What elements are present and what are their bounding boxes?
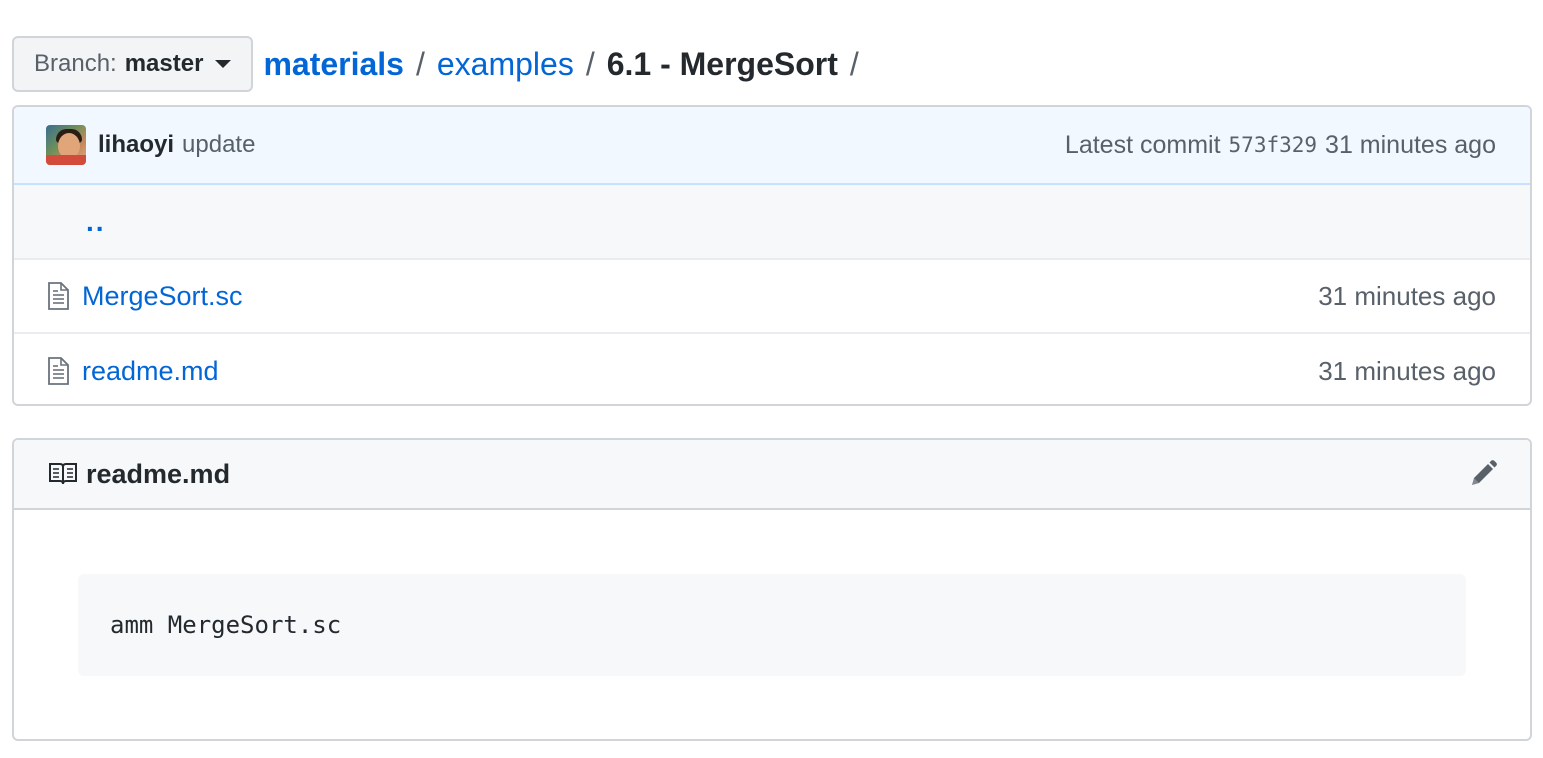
breadcrumb-separator: / (415, 46, 425, 82)
file-icon (48, 282, 69, 310)
file-age: 31 minutes ago (1318, 280, 1496, 311)
caret-down-icon (215, 60, 232, 68)
readme-header: readme.md (14, 440, 1530, 510)
readme-title: readme.md (86, 458, 231, 489)
breadcrumb-link-materials[interactable]: materials (263, 36, 404, 92)
latest-commit-bar: lihaoyi update Latest commit 573f329 31 … (14, 107, 1530, 185)
commit-sha-link[interactable]: 573f329 (1229, 133, 1318, 157)
latest-commit-label: Latest commit (1064, 130, 1221, 159)
commit-age: 31 minutes ago (1325, 130, 1496, 159)
file-row: MergeSort.sc 31 minutes ago (14, 260, 1530, 334)
code-text: amm MergeSort.sc (110, 611, 342, 639)
branch-select-button[interactable]: Branch: master (12, 36, 254, 92)
commit-info: Latest commit 573f329 31 minutes ago (1065, 131, 1496, 160)
breadcrumb-link-examples[interactable]: examples (437, 36, 574, 92)
avatar[interactable] (46, 125, 86, 165)
code-block: amm MergeSort.sc (78, 574, 1466, 676)
branch-name-label: master (124, 50, 204, 77)
edit-file-button[interactable] (1466, 457, 1500, 491)
file-link-readme[interactable]: readme.md (82, 356, 219, 387)
pencil-icon (1472, 460, 1497, 485)
repo-page: Branch: master materials / examples / 6.… (0, 0, 1543, 758)
commit-message-link[interactable]: update (182, 131, 255, 159)
repo-topbar: Branch: master materials / examples / 6.… (12, 36, 871, 92)
file-row: readme.md 31 minutes ago (14, 334, 1530, 404)
readme-panel: readme.md amm MergeSort.sc (12, 438, 1532, 741)
breadcrumb-separator: / (585, 46, 595, 82)
breadcrumb: materials / examples / 6.1 - MergeSort / (263, 36, 870, 92)
file-age: 31 minutes ago (1318, 355, 1496, 386)
branch-prefix-label: Branch: (34, 50, 117, 77)
parent-directory-link[interactable]: .. (86, 206, 106, 238)
parent-directory-row: .. (14, 185, 1530, 260)
readme-body: amm MergeSort.sc (14, 510, 1530, 676)
book-icon (49, 463, 77, 485)
commit-author-link[interactable]: lihaoyi (98, 131, 174, 159)
file-link-mergesort[interactable]: MergeSort.sc (82, 281, 243, 312)
breadcrumb-current: 6.1 - MergeSort (606, 46, 838, 82)
file-list: lihaoyi update Latest commit 573f329 31 … (12, 105, 1532, 406)
breadcrumb-trailing-separator: / (849, 46, 859, 82)
file-icon (48, 357, 69, 385)
